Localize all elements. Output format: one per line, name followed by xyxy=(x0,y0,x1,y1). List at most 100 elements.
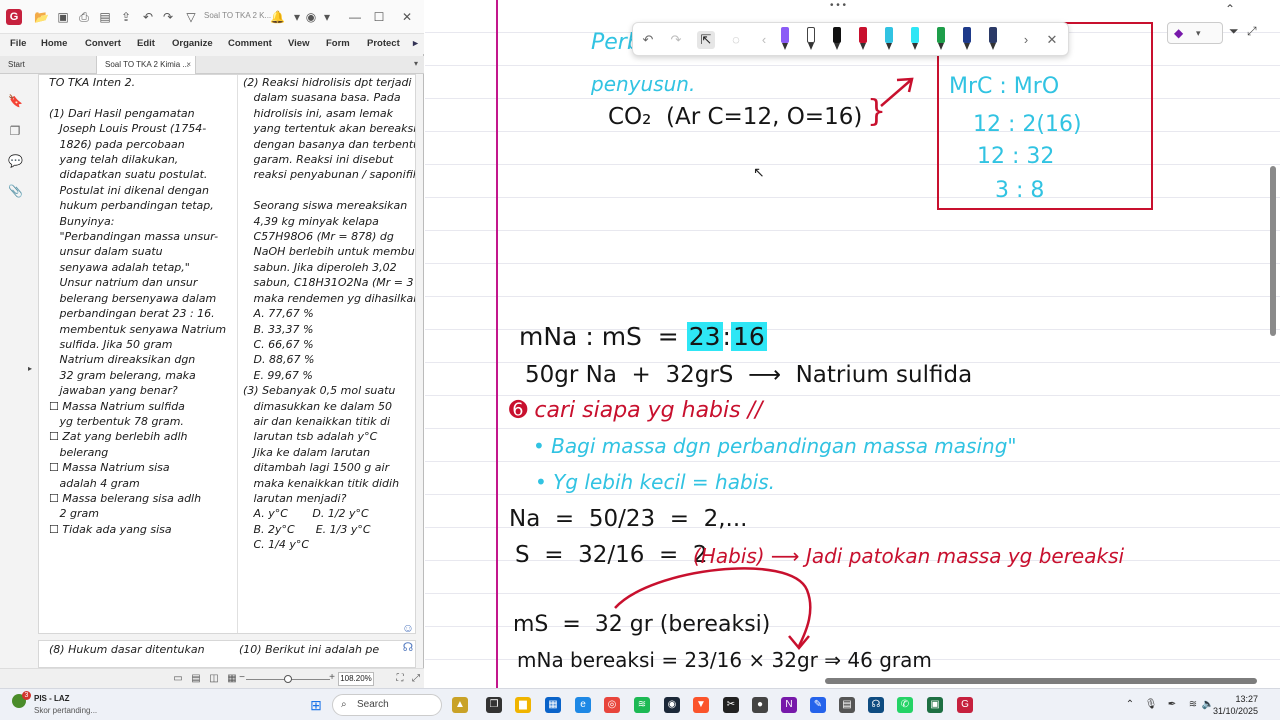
headphones-icon[interactable]: ☊ xyxy=(868,697,884,713)
export-icon[interactable]: ⇪ xyxy=(119,10,133,24)
notebook-switcher[interactable]: ◆ ▾ xyxy=(1167,22,1223,44)
pdf-editor-taskbar-icon[interactable]: G xyxy=(957,697,973,713)
redo-icon[interactable]: ↷ xyxy=(667,31,685,49)
zoom-slider-knob[interactable] xyxy=(284,675,292,683)
dropdown-icon[interactable]: ▾ xyxy=(290,10,304,24)
bookmark-icon[interactable]: 🔖 xyxy=(8,94,23,108)
taskbar-search[interactable]: ⌕ Search xyxy=(332,694,442,716)
two-page-icon[interactable]: ◫ xyxy=(208,673,220,685)
view-icon[interactable]: ▤ xyxy=(98,10,112,24)
steam-icon[interactable]: ◉ xyxy=(664,697,680,713)
onenote-taskbar-icon[interactable]: N xyxy=(781,697,797,713)
landscape-icon[interactable]: ▲ xyxy=(452,697,468,713)
assistant-icon[interactable]: ☺ xyxy=(400,621,416,637)
filter-icon[interactable]: ⏷ xyxy=(1229,24,1239,39)
menu-view[interactable]: View xyxy=(288,38,309,49)
zoom-in-icon[interactable]: + xyxy=(326,672,338,684)
expand-panel-icon[interactable]: ▸ xyxy=(28,364,32,373)
task-view-icon[interactable]: ❐ xyxy=(486,697,502,713)
system-clock[interactable]: 13:27 31/10/2025 xyxy=(1213,693,1258,717)
pen-galaxy[interactable] xyxy=(987,27,999,51)
obs-icon[interactable]: ● xyxy=(752,697,768,713)
store-icon[interactable]: ▦ xyxy=(545,697,561,713)
tab-label: Soal TO TKA 2 Kimia ... xyxy=(105,60,190,69)
whatsapp-icon[interactable]: ✆ xyxy=(897,697,913,713)
pages-icon[interactable]: ❐ xyxy=(8,124,22,138)
bell-icon[interactable]: 🔔 xyxy=(270,10,285,24)
menu-comment[interactable]: Comment xyxy=(228,38,272,49)
menu-protect[interactable]: Protect xyxy=(367,38,400,49)
menu-convert[interactable]: Convert xyxy=(85,38,121,49)
comments-icon[interactable]: 💬 xyxy=(8,154,23,168)
windows-start-icon[interactable]: ⊞ xyxy=(308,697,324,713)
highlighter-cyan[interactable] xyxy=(909,27,921,51)
open-folder-icon[interactable]: 📂 xyxy=(34,10,49,24)
menu-organize[interactable]: Organize xyxy=(172,38,213,49)
continuous-icon[interactable]: ▤ xyxy=(190,673,202,685)
navigation-rail: 🔖 ❐ 💬 📎 xyxy=(0,80,30,620)
fit-width-icon[interactable]: ⤢ xyxy=(410,673,422,685)
save-icon[interactable]: ▣ xyxy=(56,10,70,24)
attachment-icon[interactable]: 📎 xyxy=(8,184,23,198)
redo-icon[interactable]: ↷ xyxy=(161,10,175,24)
menu-edit[interactable]: Edit xyxy=(137,38,155,49)
pen-outline[interactable] xyxy=(805,27,817,51)
notification-title[interactable]: PIS - LAZ xyxy=(34,694,70,703)
tray-chevron-icon[interactable]: ⌃ xyxy=(1122,697,1138,713)
pdf-column-right: (2) Reaksi hidrolisis dpt terjadi dalam … xyxy=(243,76,416,552)
microphone-icon[interactable]: 🎙 xyxy=(1143,697,1159,713)
highlighter-purple[interactable] xyxy=(779,27,791,51)
minimize-icon[interactable]: — xyxy=(348,10,362,24)
close-tab-icon[interactable]: × xyxy=(186,56,191,74)
dropdown-icon[interactable]: ▽ xyxy=(184,10,198,24)
capcut-icon[interactable]: ✂ xyxy=(723,697,739,713)
scroll-left-icon[interactable]: ‹ xyxy=(755,31,773,49)
file-explorer-icon[interactable]: ▆ xyxy=(515,697,531,713)
close-toolbar-icon[interactable]: ✕ xyxy=(1043,31,1061,49)
whiteboard-icon[interactable]: ✎ xyxy=(810,697,826,713)
lasso-icon[interactable]: ◌ xyxy=(727,31,745,49)
app-window-icon[interactable]: ▣ xyxy=(927,697,943,713)
close-icon[interactable]: ✕ xyxy=(400,10,414,24)
pen-cyan[interactable] xyxy=(883,27,895,51)
chrome-icon[interactable]: ◎ xyxy=(604,697,620,713)
expand-icon[interactable]: ⤢ xyxy=(1247,24,1257,39)
print-icon[interactable]: ⎙ xyxy=(77,10,91,24)
pen-black[interactable] xyxy=(831,27,843,51)
menu-file[interactable]: File xyxy=(10,38,26,49)
brave-icon[interactable]: ▼ xyxy=(693,697,709,713)
calculator-icon[interactable]: ▤ xyxy=(839,697,855,713)
pen-red[interactable] xyxy=(857,27,869,51)
select-tool-icon[interactable]: ⇱ xyxy=(697,31,715,49)
account-icon[interactable]: ◉ xyxy=(304,10,318,24)
collapse-ribbon-icon[interactable]: ⌃ xyxy=(1225,2,1235,16)
vertical-scrollbar[interactable] xyxy=(1269,36,1277,672)
scrollbar-thumb[interactable] xyxy=(1270,166,1276,336)
maximize-icon[interactable]: ☐ xyxy=(372,10,386,24)
fullscreen-icon[interactable]: ⛶ xyxy=(394,673,406,685)
scroll-right-icon[interactable]: › xyxy=(1017,31,1035,49)
menu-home[interactable]: Home xyxy=(41,38,67,49)
zoom-out-icon[interactable]: − xyxy=(236,672,248,684)
zoom-input[interactable]: 108.20% xyxy=(338,672,374,686)
notification-subtitle[interactable]: Skor pertanding... xyxy=(34,706,97,715)
horizontal-scrollbar[interactable] xyxy=(825,678,1257,684)
notes-canvas[interactable]: • • • Perbandingan massa penyusun. CO₂ (… xyxy=(425,0,1280,688)
menu-form[interactable]: Form xyxy=(326,38,350,49)
wifi-icon[interactable]: ≋ xyxy=(1185,697,1201,713)
pen-menu-icon[interactable]: ✒ xyxy=(1164,697,1180,713)
tabs-menu-icon[interactable]: ▾ xyxy=(414,59,418,68)
ribbon-more-icon[interactable]: ▸ xyxy=(413,38,418,49)
pen-green[interactable] xyxy=(935,27,947,51)
pen-navy[interactable] xyxy=(961,27,973,51)
tab-start[interactable]: Start xyxy=(0,56,96,74)
undo-icon[interactable]: ↶ xyxy=(141,10,155,24)
spotify-icon[interactable]: ≋ xyxy=(634,697,650,713)
tab-document[interactable]: Soal TO TKA 2 Kimia ... × xyxy=(96,56,196,74)
window-drag-handle[interactable]: • • • xyxy=(830,0,846,11)
dropdown-icon[interactable]: ▾ xyxy=(320,10,334,24)
single-page-icon[interactable]: ▭ xyxy=(172,673,184,685)
undo-icon[interactable]: ↶ xyxy=(639,31,657,49)
edge-icon[interactable]: e xyxy=(575,697,591,713)
headset-icon[interactable]: ☊ xyxy=(400,640,416,656)
